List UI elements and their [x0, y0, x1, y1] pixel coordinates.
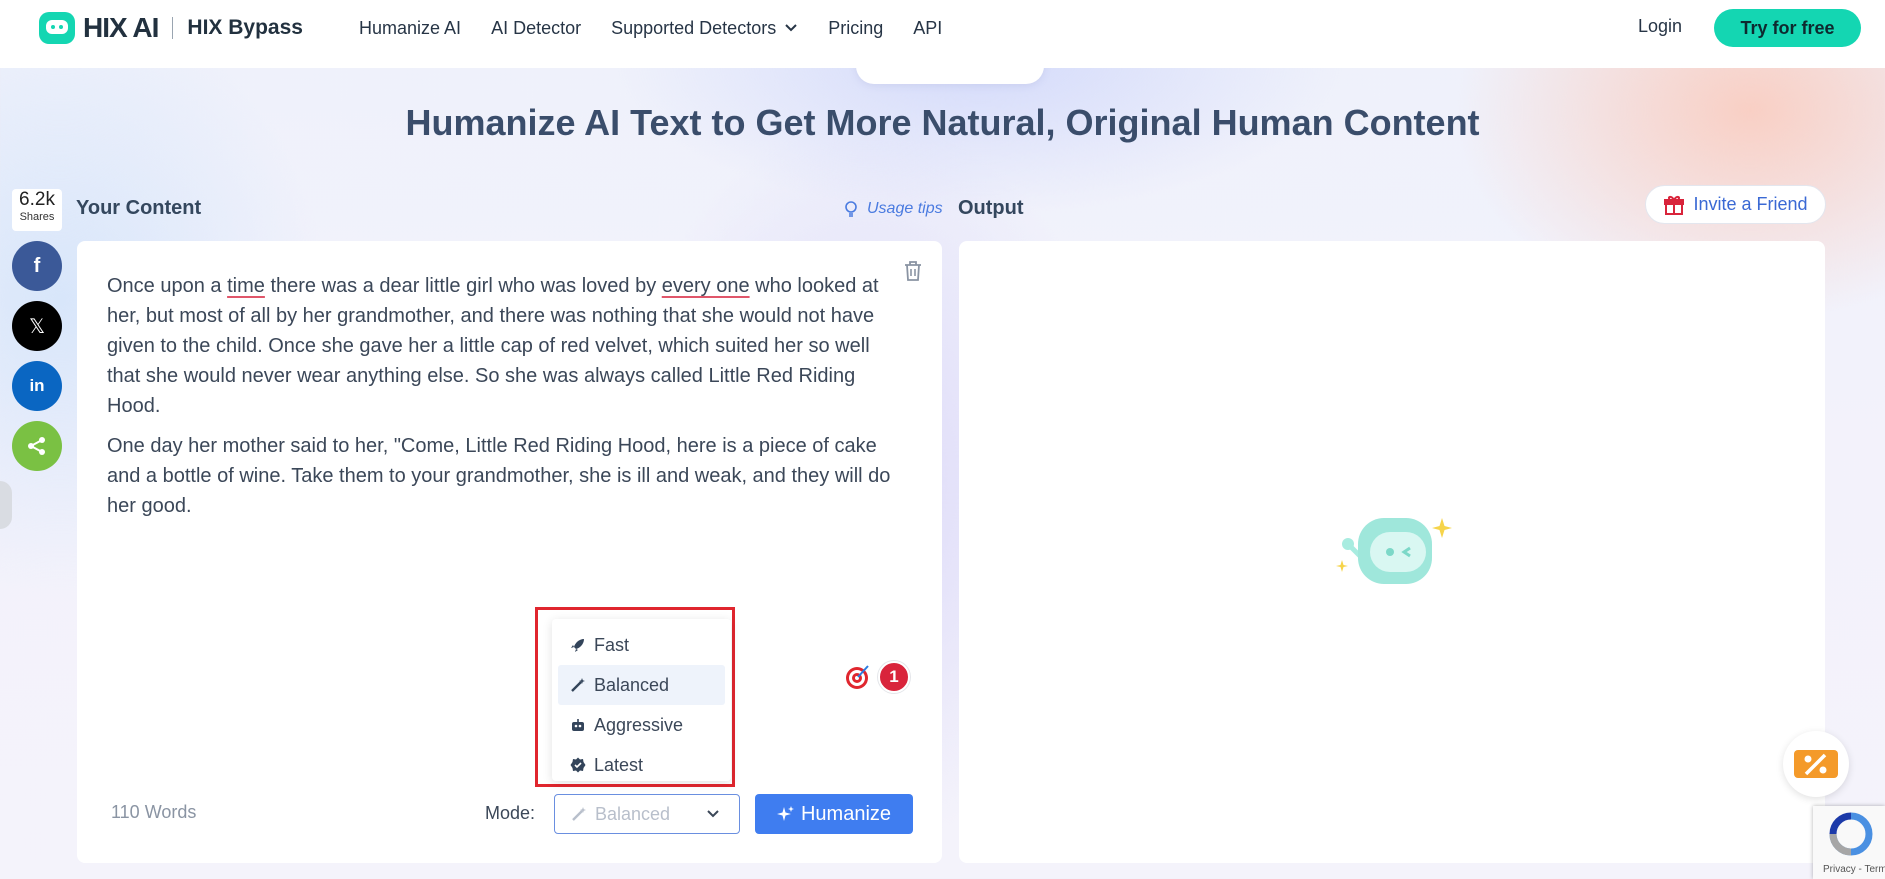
spelling-flag: time: [227, 275, 265, 297]
chevron-down-icon: [707, 810, 719, 818]
content-editor[interactable]: Once upon a time there was a dear little…: [107, 271, 907, 531]
nav-api[interactable]: API: [913, 18, 942, 39]
discount-promo-button[interactable]: [1783, 731, 1849, 797]
content-paragraph: One day her mother said to her, "Come, L…: [107, 435, 891, 517]
facebook-icon: f: [33, 254, 41, 277]
word-count: 110 Words: [111, 802, 197, 822]
input-panel: Once upon a time there was a dear little…: [77, 241, 942, 863]
recaptcha-text[interactable]: Privacy - Terms: [1823, 864, 1885, 875]
usage-tips-label: Usage tips: [867, 200, 943, 217]
logo[interactable]: HIX AI HIX Bypass: [39, 12, 303, 44]
robot-mascot-icon: [1336, 518, 1452, 584]
mode-option-latest[interactable]: Latest: [558, 745, 725, 785]
share-count: 6.2k Shares: [12, 189, 62, 231]
linkedin-icon: in: [29, 376, 45, 395]
facebook-share-button[interactable]: f: [12, 241, 62, 291]
mode-option-label: Fast: [594, 634, 630, 655]
login-link[interactable]: Login: [1638, 16, 1682, 37]
mode-option-label: Aggressive: [594, 714, 684, 735]
recaptcha-badge[interactable]: Privacy - Terms: [1813, 806, 1885, 879]
mode-option-label: Latest: [594, 754, 644, 775]
spelling-flag: every one: [661, 275, 750, 297]
content-paragraph: Once upon a time there was a dear little…: [107, 271, 907, 421]
mode-dropdown-menu: Fast Balanced Aggressive Latest: [552, 619, 731, 781]
mode-option-fast[interactable]: Fast: [558, 625, 725, 665]
badge-icon: [570, 757, 586, 773]
text-segment: there was a dear little girl who was lov…: [264, 275, 662, 297]
mode-option-aggressive[interactable]: Aggressive: [558, 705, 725, 745]
notification-badge[interactable]: 1: [878, 661, 910, 693]
share-button[interactable]: [12, 421, 62, 471]
page-title: Humanize AI Text to Get More Natural, Or…: [405, 102, 1480, 143]
mode-option-balanced[interactable]: Balanced: [558, 665, 725, 705]
output-panel-title: Output: [958, 197, 1024, 219]
recaptcha-icon: [1829, 812, 1873, 856]
rocket-icon: [571, 639, 584, 652]
nav-ai-detector[interactable]: AI Detector: [491, 18, 581, 39]
input-panel-title: Your Content: [76, 197, 202, 219]
lightbulb-icon: [845, 201, 857, 217]
mode-label: Mode:: [485, 803, 536, 823]
gift-icon: [1664, 195, 1685, 215]
top-navbar: HIX AI HIX Bypass Humanize AI AI Detecto…: [0, 0, 1885, 68]
humanize-button[interactable]: Humanize: [755, 794, 913, 834]
invite-friend-label: Invite a Friend: [1693, 194, 1808, 214]
share-icon: [28, 437, 45, 455]
main-menu: Humanize AI AI Detector Supported Detect…: [359, 0, 942, 56]
invite-friend-button[interactable]: Invite a Friend: [1645, 185, 1826, 224]
mode-select[interactable]: Balanced: [554, 794, 740, 834]
clear-content-button[interactable]: [903, 260, 923, 287]
nav-supported-detectors-label: Supported Detectors: [611, 17, 777, 38]
nav-pricing[interactable]: Pricing: [828, 18, 883, 39]
text-segment: Once upon a: [107, 275, 228, 297]
share-count-label: Shares: [19, 211, 55, 223]
usage-tips-link[interactable]: Usage tips: [843, 200, 943, 218]
side-drawer-tab[interactable]: [0, 481, 12, 529]
magic-wand-icon: [572, 807, 586, 821]
logo-separator: [172, 17, 174, 39]
trash-icon: [905, 261, 921, 281]
product-name[interactable]: HIX Bypass: [187, 16, 303, 40]
x-icon: 𝕏: [28, 315, 46, 338]
chevron-down-icon: [785, 24, 797, 32]
mode-option-label: Balanced: [594, 674, 670, 695]
nav-supported-detectors[interactable]: Supported Detectors: [611, 18, 798, 39]
share-count-number: 6.2k: [19, 189, 55, 210]
sparkle-icon: [776, 806, 794, 821]
x-share-button[interactable]: 𝕏: [12, 301, 62, 351]
discount-tag-icon: [1794, 750, 1838, 778]
robot-icon: [572, 719, 584, 731]
linkedin-share-button[interactable]: in: [12, 361, 62, 411]
humanize-button-label: Humanize: [800, 802, 892, 825]
mode-select-value: Balanced: [595, 803, 671, 824]
logo-text: HIX AI: [83, 12, 159, 43]
nav-humanize-ai[interactable]: Humanize AI: [359, 18, 461, 39]
try-for-free-button[interactable]: Try for free: [1714, 9, 1861, 47]
logo-icon: [39, 12, 75, 44]
magic-wand-icon: [571, 678, 585, 692]
target-icon[interactable]: [844, 663, 872, 691]
